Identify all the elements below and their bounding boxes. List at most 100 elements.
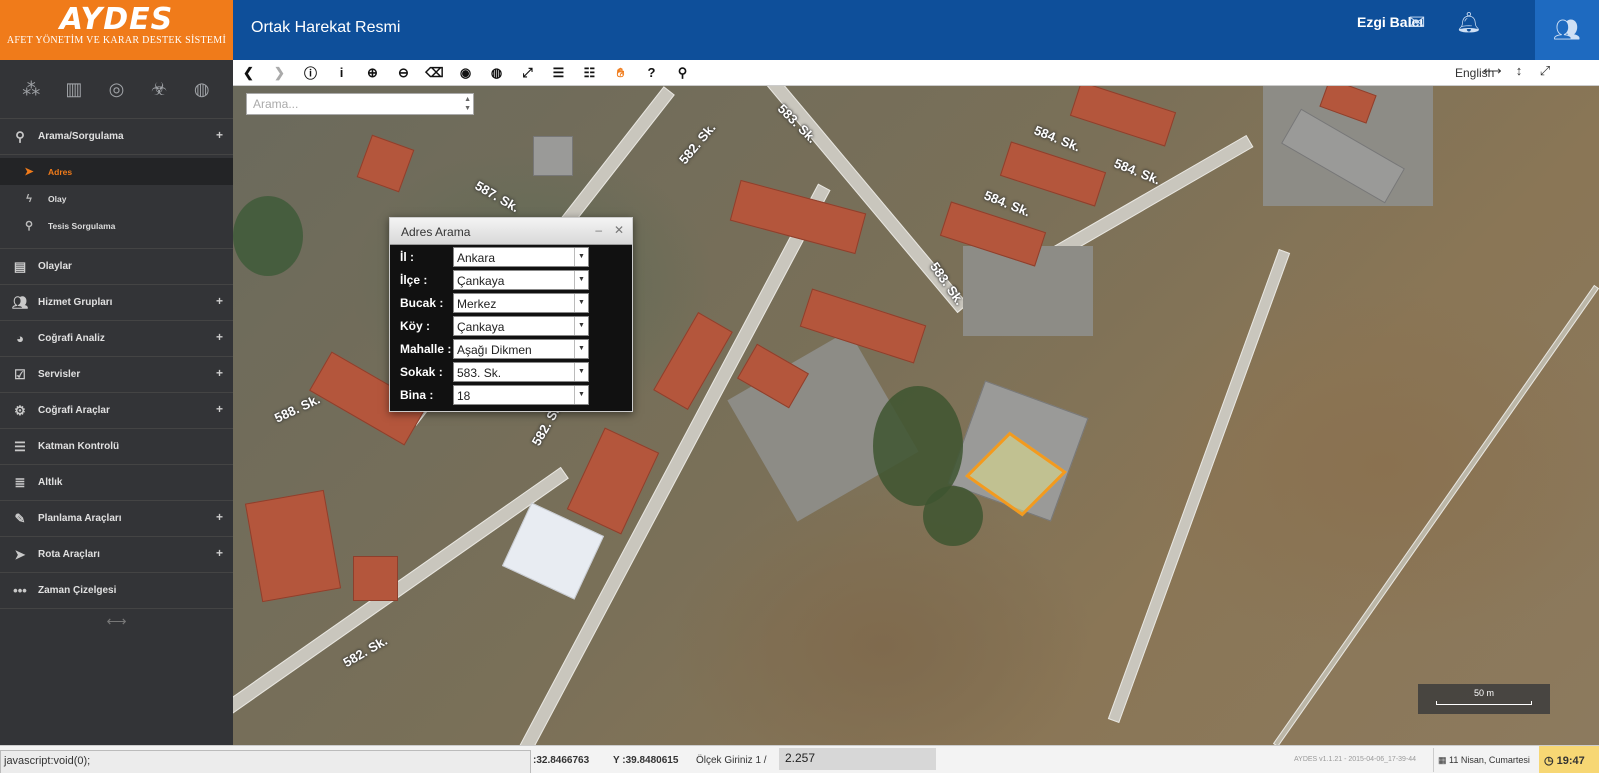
section-arama-sorgulama[interactable]: ⚲ Arama/Sorgulama + <box>0 119 233 155</box>
sidebar: ⁂ ▥ ◎ ☣ ◍ ⚲ Arama/Sorgulama + ➤ Adres ϟ … <box>0 60 233 745</box>
dropdown-arrow-icon[interactable]: ▼ <box>574 386 588 404</box>
dropdown-arrow-icon[interactable]: ▼ <box>574 248 588 266</box>
bell-icon[interactable]: 🔔︎ <box>1456 10 1482 36</box>
section-cografi-araclar[interactable]: ⚙ Coğrafi Araçlar + <box>0 393 233 429</box>
scale-input[interactable]: 2.257 <box>779 748 936 770</box>
dropdown-arrow-icon[interactable]: ▼ <box>574 294 588 312</box>
y-coordinate: Y :39.8480615 <box>613 755 679 766</box>
select-value: Aşağı Dikmen <box>457 343 532 357</box>
section-olaylar[interactable]: ▤ Olaylar <box>0 249 233 285</box>
expand-plus-icon[interactable]: + <box>216 510 223 524</box>
expand-plus-icon[interactable]: + <box>216 330 223 344</box>
section-servisler[interactable]: ☑ Servisler + <box>0 357 233 393</box>
koy-select[interactable]: Çankaya ▼ <box>453 316 589 336</box>
help-icon[interactable]: ? <box>636 65 667 80</box>
map-canvas[interactable]: 582. Sk. 583. Sk. 584. Sk. 584. Sk. 584.… <box>233 86 1599 745</box>
field-label: Mahalle : <box>400 342 452 356</box>
sub-item-label: Olay <box>48 193 67 204</box>
mahalle-select[interactable]: Aşağı Dikmen ▼ <box>453 339 589 359</box>
dropdown-arrow-icon[interactable]: ▼ <box>574 271 588 289</box>
expand-plus-icon[interactable]: + <box>216 128 223 142</box>
user-groups-icon[interactable]: 👥︎ <box>1535 0 1599 60</box>
section-altlik[interactable]: ≣ Altlık <box>0 465 233 501</box>
sidebar-resize-handle[interactable]: ⟷ <box>0 609 233 630</box>
dialog-header[interactable]: Adres Arama – ✕ <box>390 218 632 245</box>
sliders-icon[interactable]: ☷ <box>574 65 605 81</box>
sub-item-tesis-sorgulama[interactable]: ⚲ Tesis Sorgulama <box>0 212 233 239</box>
section-rota-araclari[interactable]: ➤ Rota Araçları + <box>0 537 233 573</box>
select-value: Çankaya <box>457 320 505 334</box>
radar-icon[interactable]: ◎ <box>101 79 131 100</box>
map-search-input[interactable]: Arama... ▲ ▼ <box>246 93 474 115</box>
section-hizmet-gruplari[interactable]: 👥︎ Hizmet Grupları + <box>0 285 233 321</box>
status-bar: javascript:void(0); :32.8466763 Y :39.84… <box>0 745 1599 773</box>
browser-status-text: javascript:void(0); <box>0 750 531 773</box>
field-bina: Bina : 18 ▼ <box>390 383 632 406</box>
zoom-in-icon[interactable]: ⊕ <box>357 65 388 81</box>
close-icon[interactable]: ✕ <box>614 223 624 237</box>
pan-hand-icon[interactable]: ✋︎ <box>605 65 636 81</box>
mail-icon[interactable]: ✉ <box>1404 10 1430 36</box>
expand-plus-icon[interactable]: + <box>216 294 223 308</box>
il-select[interactable]: Ankara ▼ <box>453 247 589 267</box>
field-label: Köy : <box>400 319 430 333</box>
field-label: İl : <box>400 250 414 264</box>
zoom-out-icon[interactable]: ⊖ <box>388 65 419 81</box>
field-ilce: İlçe : Çankaya ▼ <box>390 268 632 291</box>
sidebar-tool-row: ⁂ ▥ ◎ ☣ ◍ <box>0 60 233 119</box>
vertical-resize-icon[interactable]: ↕ <box>1510 63 1528 78</box>
ellipsis-icon: ••• <box>13 583 27 598</box>
select-value: Merkez <box>457 297 497 311</box>
ilce-select[interactable]: Çankaya ▼ <box>453 270 589 290</box>
globe-icon[interactable]: ◍ <box>187 79 217 100</box>
expand-icon[interactable]: ⤢ <box>512 65 543 81</box>
minimize-icon[interactable]: – <box>595 223 602 237</box>
field-label: Sokak : <box>400 365 443 379</box>
dropdown-arrow-icon[interactable]: ▼ <box>574 363 588 381</box>
fullscreen-icon[interactable]: ⤢ <box>1536 63 1554 79</box>
date-display: ▦ 11 Nisan, Cumartesi <box>1433 748 1538 772</box>
section-label: Arama/Sorgulama <box>38 131 124 142</box>
spinner-arrows-icon[interactable]: ▲ ▼ <box>464 95 471 113</box>
expand-plus-icon[interactable]: + <box>216 366 223 380</box>
sub-item-olay[interactable]: ϟ Olay <box>0 185 233 212</box>
info-icon[interactable]: i <box>326 65 357 80</box>
section-planlama-araclari[interactable]: ✎ Planlama Araçları + <box>0 501 233 537</box>
back-icon[interactable]: ❮ <box>233 65 264 81</box>
map-marker-icon[interactable]: ⚲ <box>667 65 698 81</box>
logo-brand: AYDES <box>59 2 174 37</box>
building <box>999 141 1107 207</box>
sokak-select[interactable]: 583. Sk. ▼ <box>453 362 589 382</box>
section-cografi-analiz[interactable]: ◕ Coğrafi Analiz + <box>0 321 233 357</box>
search-placeholder: Arama... <box>253 97 299 111</box>
eraser-icon[interactable]: ⌫ <box>419 65 450 81</box>
map-toolbar: ❮ ❯ ⓘ i ⊕ ⊖ ⌫ ◉ ◍ ⤢ ☰ ☷ ✋︎ ? ⚲ English ⟷… <box>233 60 1599 86</box>
sub-item-adres[interactable]: ➤ Adres <box>0 158 233 185</box>
select-value: Ankara <box>457 251 496 265</box>
eye-icon[interactable]: ◉ <box>450 65 481 81</box>
building <box>533 136 573 176</box>
logo[interactable]: AYDES AFET YÖNETİM VE KARAR DESTEK SİSTE… <box>0 0 233 60</box>
network-icon[interactable]: ⁂ <box>16 79 46 100</box>
section-zaman-cizelgesi[interactable]: ••• Zaman Çizelgesi <box>0 573 233 609</box>
edit-icon: ✎ <box>14 510 26 526</box>
street-label: 582. Sk. <box>340 632 390 671</box>
horizontal-resize-icon[interactable]: ⟷ <box>1483 63 1502 79</box>
dropdown-arrow-icon[interactable]: ▼ <box>574 340 588 358</box>
field-mahalle: Mahalle : Aşağı Dikmen ▼ <box>390 337 632 360</box>
info-circle-icon[interactable]: ⓘ <box>295 63 326 82</box>
bucak-select[interactable]: Merkez ▼ <box>453 293 589 313</box>
scale-label: 50 m <box>1473 688 1494 698</box>
list-icon[interactable]: ☰ <box>543 65 574 81</box>
biohazard-icon[interactable]: ☣ <box>144 79 174 100</box>
expand-plus-icon[interactable]: + <box>216 546 223 560</box>
time-display: ◷ 19:47 <box>1539 746 1599 773</box>
section-katman-kontrolu[interactable]: ☰ Katman Kontrolü <box>0 429 233 465</box>
section-label: Katman Kontrolü <box>38 441 120 452</box>
bar-chart-icon[interactable]: ▥ <box>59 79 89 100</box>
dropdown-arrow-icon[interactable]: ▼ <box>574 317 588 335</box>
forward-icon[interactable]: ❯ <box>264 65 295 81</box>
globe-icon[interactable]: ◍ <box>481 65 512 81</box>
bina-select[interactable]: 18 ▼ <box>453 385 589 405</box>
expand-plus-icon[interactable]: + <box>216 402 223 416</box>
